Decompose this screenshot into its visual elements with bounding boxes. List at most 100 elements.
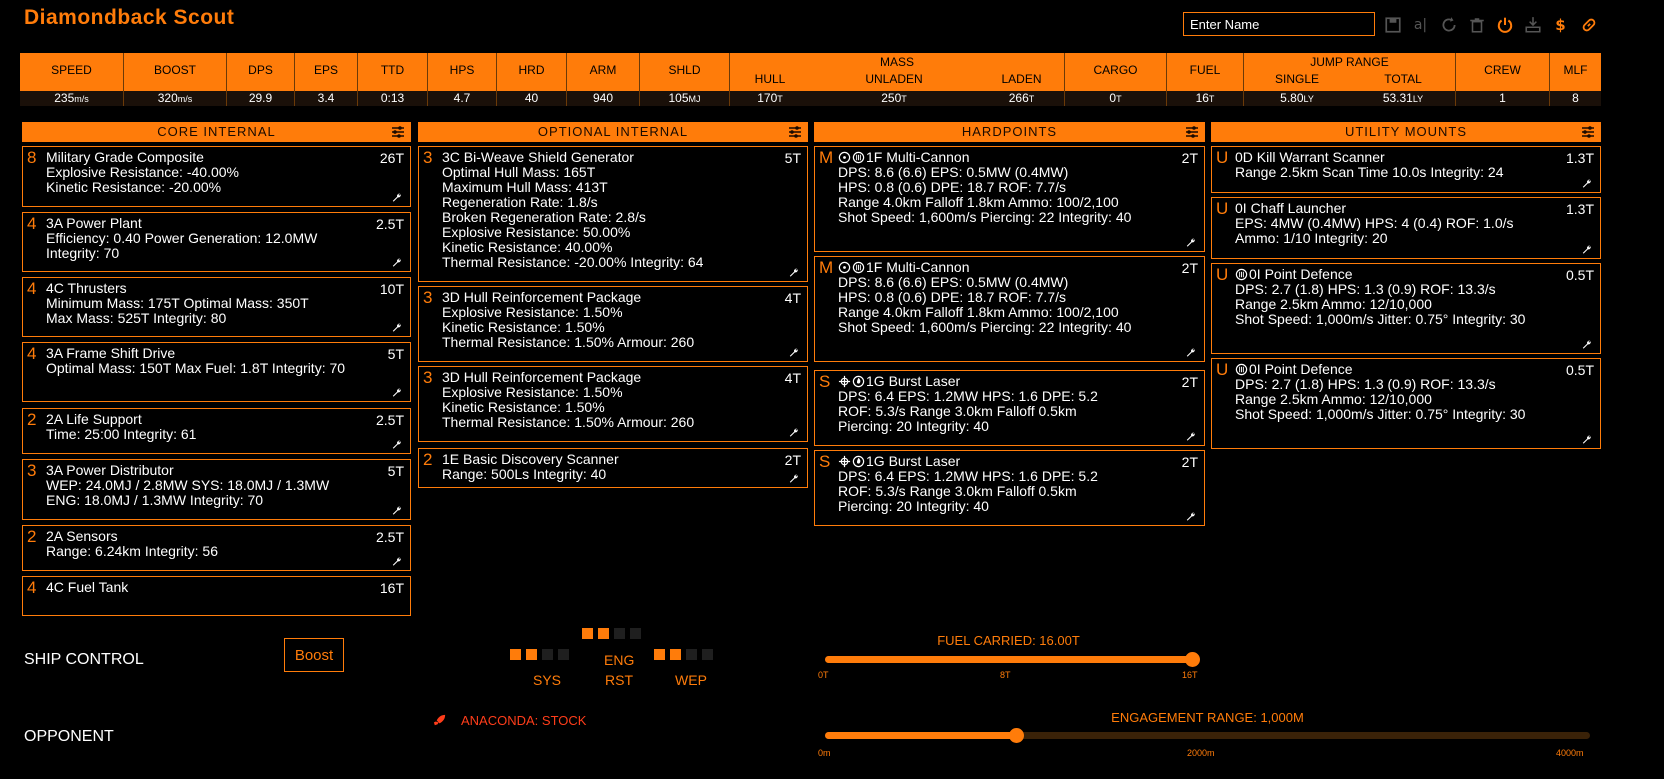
wrench-icon[interactable] <box>391 322 402 333</box>
filter-icon[interactable] <box>391 125 405 139</box>
section-optional-internal[interactable]: OPTIONAL INTERNAL <box>418 122 808 142</box>
stat-cargo[interactable]: CARGO 0T <box>1065 53 1167 106</box>
stat-speed[interactable]: SPEED 235m/s <box>20 53 124 106</box>
wrench-icon[interactable] <box>788 347 799 358</box>
slot-class: S <box>819 452 831 471</box>
core-slot[interactable]: 4 2.5T 3A Power Plant Efficiency: 0.40 Powe… <box>22 212 411 272</box>
stat-mass[interactable]: MASS HULL UNLADEN LADEN 170T 250T 266T <box>730 53 1065 106</box>
module-name: 4C Fuel Tank <box>46 579 129 595</box>
module-stat: Range 4.0km Falloff 1.8km Ammo: 100/2,10… <box>838 304 1119 320</box>
slot-class: 4 <box>27 578 37 597</box>
stat-mlf[interactable]: MLF 8 <box>1550 53 1601 106</box>
export-icon[interactable] <box>1523 16 1542 35</box>
rename-icon[interactable]: a| <box>1411 16 1430 35</box>
fuel-slider-handle[interactable] <box>1185 652 1200 667</box>
section-utility-mounts[interactable]: UTILITY MOUNTS <box>1211 122 1601 142</box>
stat-dps[interactable]: DPS 29.9 <box>227 53 295 106</box>
core-slot[interactable]: 2 2.5T 2A Life Support Time: 25:00 Integrit… <box>22 408 411 454</box>
opponent-selector[interactable]: ANACONDA: STOCK <box>432 713 586 728</box>
wrench-icon[interactable] <box>1581 339 1592 350</box>
build-name-input[interactable] <box>1183 12 1375 36</box>
share-link-icon[interactable] <box>1579 16 1598 35</box>
pip-eng[interactable] <box>614 628 625 639</box>
wrench-icon[interactable] <box>391 505 402 516</box>
stat-ttd[interactable]: TTD 0:13 <box>358 53 428 106</box>
engagement-range-slider[interactable] <box>825 728 1590 743</box>
wrench-icon[interactable] <box>788 473 799 484</box>
core-slot[interactable]: 3 5T 3A Power Distributor WEP: 24.0MJ / 2.8… <box>22 459 411 520</box>
stat-hrd[interactable]: HRD 40 <box>497 53 567 106</box>
stat-eps[interactable]: EPS 3.4 <box>295 53 358 106</box>
fuel-slider[interactable] <box>825 652 1200 667</box>
utility-slot[interactable]: U 1.3T 0I Chaff Launcher EPS: 4MW (0.4MW) H… <box>1211 197 1601 259</box>
wrench-icon[interactable] <box>1581 434 1592 445</box>
pip-eng[interactable] <box>630 628 641 639</box>
stat-jump-range[interactable]: JUMP RANGE SINGLE TOTAL 5.80LY 53.31LY <box>1244 53 1456 106</box>
wrench-icon[interactable] <box>391 556 402 567</box>
optional-slot[interactable]: 3 5T 3C Bi-Weave Shield Generator Optimal H… <box>418 146 808 282</box>
pip-wep[interactable] <box>686 649 697 660</box>
pip-wep[interactable] <box>654 649 665 660</box>
pip-eng-label[interactable]: ENG <box>604 652 634 668</box>
core-slot[interactable]: 2 2.5T 2A Sensors Range: 6.24km Integrity: … <box>22 525 411 571</box>
pip-rst-button[interactable]: RST <box>604 672 634 688</box>
stat-hps[interactable]: HPS 4.7 <box>428 53 497 106</box>
hardpoint-slot[interactable]: S 2T 1G Burst Laser DPS: 6.4 EPS: 1.2MW HPS… <box>814 450 1205 526</box>
hardpoint-slot[interactable]: S 2T 1G Burst Laser DPS: 6.4 EPS: 1.2MW HPS… <box>814 370 1205 446</box>
pip-sys[interactable] <box>526 649 537 660</box>
save-icon[interactable] <box>1383 16 1402 35</box>
wrench-icon[interactable] <box>391 192 402 203</box>
wrench-icon[interactable] <box>1185 347 1196 358</box>
module-stat: Time: 25:00 Integrity: 61 <box>46 426 197 442</box>
wrench-icon[interactable] <box>788 427 799 438</box>
wrench-icon[interactable] <box>788 267 799 278</box>
stat-fuel[interactable]: FUEL 16T <box>1167 53 1244 106</box>
hardpoint-slot[interactable]: M 2T 1F Multi-Cannon DPS: 8.6 (6.6) EPS: 0.… <box>814 256 1205 362</box>
filter-icon[interactable] <box>1581 125 1595 139</box>
hardpoint-slot[interactable]: M 2T 1F Multi-Cannon DPS: 8.6 (6.6) EPS: 0.… <box>814 146 1205 252</box>
stat-shld[interactable]: SHLD 105MJ <box>640 53 730 106</box>
wrench-icon[interactable] <box>1581 244 1592 255</box>
stat-crew[interactable]: CREW 1 <box>1456 53 1550 106</box>
pip-sys-label[interactable]: SYS <box>532 672 562 688</box>
pip-eng[interactable] <box>598 628 609 639</box>
fuel-carried-label: FUEL CARRIED: 16.00T <box>937 633 1080 648</box>
wrench-icon[interactable] <box>391 439 402 450</box>
core-slot[interactable]: 4 10T 4C Thrusters Minimum Mass: 175T Optim… <box>22 277 411 337</box>
pip-wep[interactable] <box>702 649 713 660</box>
pip-sys[interactable] <box>542 649 553 660</box>
utility-slot[interactable]: U 0.5T 0I Point Defence DPS: 2.7 (1.8) HPS:… <box>1211 263 1601 354</box>
wrench-icon[interactable] <box>1185 431 1196 442</box>
optional-slot[interactable]: 2 2T 1E Basic Discovery Scanner Range: 500L… <box>418 448 808 488</box>
wrench-icon[interactable] <box>1185 511 1196 522</box>
cost-icon[interactable]: $ <box>1551 16 1570 35</box>
pip-wep[interactable] <box>670 649 681 660</box>
section-hardpoints[interactable]: HARDPOINTS <box>814 122 1205 142</box>
power-icon[interactable] <box>1495 16 1514 35</box>
pip-wep-label[interactable]: WEP <box>675 672 707 688</box>
utility-slot[interactable]: U 1.3T 0D Kill Warrant Scanner Range 2.5km … <box>1211 146 1601 193</box>
wrench-icon[interactable] <box>391 387 402 398</box>
optional-slot[interactable]: 3 4T 3D Hull Reinforcement Package Explosiv… <box>418 366 808 442</box>
pip-sys[interactable] <box>510 649 521 660</box>
delete-icon[interactable] <box>1467 16 1486 35</box>
core-slot[interactable]: 4 5T 3A Frame Shift Drive Optimal Mass: 150… <box>22 342 411 402</box>
filter-icon[interactable] <box>1185 125 1199 139</box>
filter-icon[interactable] <box>788 125 802 139</box>
section-core-internal[interactable]: CORE INTERNAL <box>22 122 411 142</box>
utility-slot[interactable]: U 0.5T 0I Point Defence DPS: 2.7 (1.8) HPS:… <box>1211 358 1601 449</box>
stat-arm[interactable]: ARM 940 <box>567 53 640 106</box>
wrench-icon[interactable] <box>1185 237 1196 248</box>
opponent-name[interactable]: ANACONDA: STOCK <box>461 713 586 728</box>
pip-sys[interactable] <box>558 649 569 660</box>
pip-eng[interactable] <box>582 628 593 639</box>
boost-button[interactable]: Boost <box>284 638 344 672</box>
optional-slot[interactable]: 3 4T 3D Hull Reinforcement Package Explosiv… <box>418 286 808 362</box>
wrench-icon[interactable] <box>1581 178 1592 189</box>
reload-icon[interactable] <box>1439 16 1458 35</box>
core-slot[interactable]: 8 26T Military Grade Composite Explosive Re… <box>22 146 411 207</box>
stat-boost[interactable]: BOOST 320m/s <box>124 53 227 106</box>
engagement-slider-handle[interactable] <box>1009 728 1025 743</box>
core-slot[interactable]: 4 16T 4C Fuel Tank <box>22 576 411 616</box>
wrench-icon[interactable] <box>391 257 402 268</box>
